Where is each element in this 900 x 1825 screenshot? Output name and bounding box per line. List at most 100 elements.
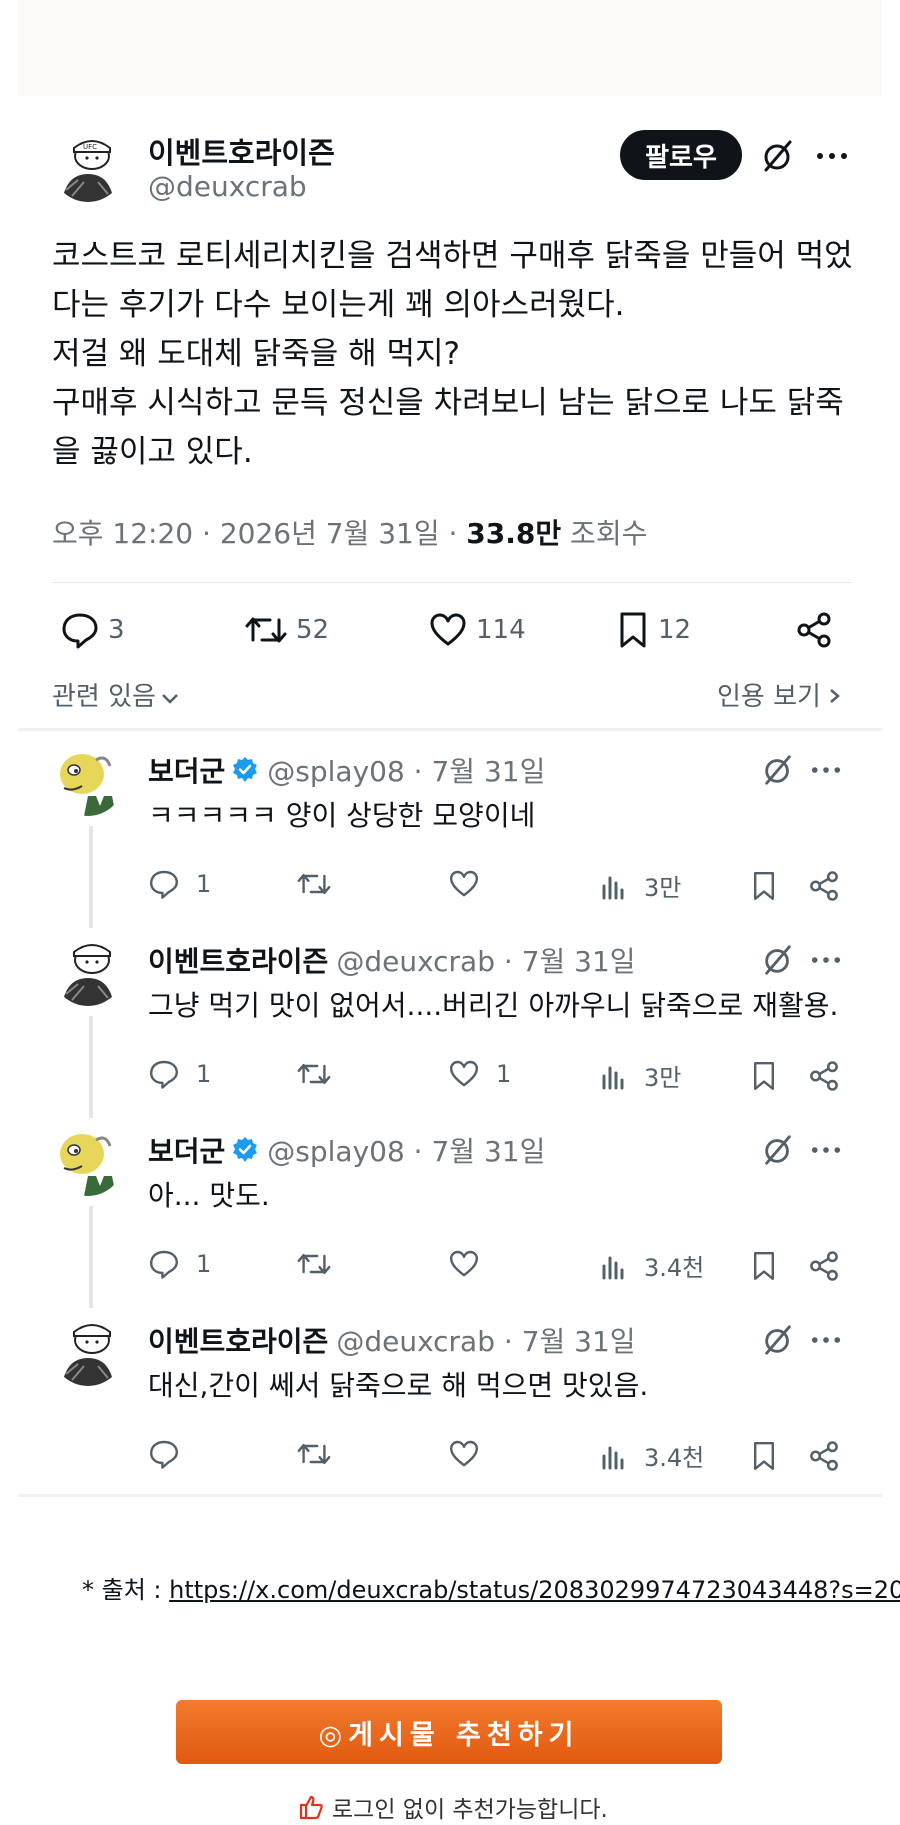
share-icon[interactable] [806,1438,842,1474]
reply-author-name[interactable]: 보더군 [148,1130,225,1170]
retweet-button[interactable] [296,1438,348,1470]
share-icon[interactable] [806,1058,842,1094]
retweet-button[interactable]: 52 [244,610,329,650]
tweet-body-line: 코스트코 로티세리치킨을 검색하면 구매후 닭죽을 만들어 먹었 [52,238,853,274]
bookmark-icon[interactable] [746,1058,782,1094]
reply-avatar[interactable] [52,934,124,1006]
retweet-icon [296,1248,340,1280]
tweet-body: 코스트코 로티세리치킨을 검색하면 구매후 닭죽을 만들어 먹었 다는 후기가 … [52,232,862,477]
share-icon[interactable] [794,610,834,650]
reply-text: ㅋㅋㅋㅋㅋ 양이 상당한 모양이네 [148,799,536,832]
share-icon[interactable] [806,868,842,904]
reply-icon [148,868,188,900]
reply-text: 대신,간이 쎄서 닭죽으로 해 먹으면 맛있음. [148,1369,649,1402]
reply-button[interactable]: 3 [60,610,125,650]
more-icon[interactable] [810,134,854,178]
views-button[interactable]: 3.4천 [600,1248,704,1283]
tweet-body-line: 구매후 시식하고 문득 정신을 차려보니 남는 닭으로 나도 닭죽 [52,385,844,421]
grok-icon[interactable] [758,940,798,980]
author-avatar[interactable]: UFC [52,130,124,202]
like-count: 1 [496,1060,512,1088]
more-icon[interactable] [806,750,846,790]
like-button[interactable]: 1 [448,1058,511,1090]
grok-icon[interactable] [758,1320,798,1360]
reply-count: 1 [196,870,212,898]
like-count: 114 [476,615,526,645]
like-icon [448,1438,488,1470]
verified-badge-icon [231,1136,259,1164]
like-button[interactable] [448,1438,496,1470]
bookmark-icon[interactable] [746,1248,782,1284]
views-button[interactable]: 3만 [600,1058,681,1093]
views-button[interactable]: 3.4천 [600,1438,704,1473]
more-icon[interactable] [806,1130,846,1170]
login-note-text: 로그인 없이 추천가능합니다. [332,1797,608,1823]
views-label: 조회수 [561,517,648,550]
reply-avatar[interactable] [52,1314,124,1386]
like-button[interactable] [448,1248,496,1280]
grok-icon[interactable] [758,1130,798,1170]
reply-button[interactable]: 1 [148,1058,211,1090]
reply-button[interactable]: 1 [148,1248,211,1280]
quote-view-link[interactable]: 인용 보기 [717,676,843,713]
retweet-icon [245,617,287,643]
reply-author-name[interactable]: 보더군 [148,750,225,790]
reply-count: 3 [108,615,125,645]
top-banner [18,0,882,96]
bookmark-icon [620,612,646,648]
bookmark-button[interactable]: 12 [616,610,691,650]
retweet-icon [296,1438,340,1470]
heart-icon [430,613,466,646]
chevron-right-icon [830,689,840,703]
author-handle[interactable]: @deuxcrab [148,170,307,203]
bookmark-count: 12 [658,615,692,645]
svg-text:UFC: UFC [83,143,97,151]
reply-count: 1 [196,1060,212,1088]
reply-button[interactable] [148,1438,196,1470]
views-count: 33.8만 [466,517,562,550]
reply-avatar[interactable] [52,1124,124,1196]
reply-text: 그냥 먹기 맛이 없어서....버리긴 아까우니 닭죽으로 재활용. [148,989,839,1022]
source-line: * 출처 : https://x.com/deuxcrab/status/208… [82,1570,900,1605]
recommend-button[interactable]: ◎게시물 추천하기 [176,1700,722,1764]
views-icon [600,1252,636,1280]
like-button[interactable]: 114 [428,610,526,650]
tweet-body-line: 저걸 왜 도대체 닭죽을 해 먹지? [52,336,460,372]
grok-icon[interactable] [756,134,800,178]
reply-author-handle[interactable]: @deuxcrab · 7월 31일 [336,940,635,980]
more-icon[interactable] [806,940,846,980]
reply-avatar[interactable] [52,744,124,816]
share-icon[interactable] [806,1248,842,1284]
reply-author-name[interactable]: 이벤트호라이즌 [148,940,328,980]
reply-author-handle[interactable]: @deuxcrab · 7월 31일 [336,1320,635,1360]
tweet-body-line: 을 끓이고 있다. [52,434,253,470]
retweet-button[interactable] [296,868,348,900]
retweet-button[interactable] [296,1058,348,1090]
grok-icon[interactable] [758,750,798,790]
retweet-count: 52 [296,615,330,645]
thread-line [89,1206,93,1308]
bookmark-icon[interactable] [746,1438,782,1474]
reply-author-handle[interactable]: @splay08 · 7월 31일 [267,750,545,790]
views-icon [600,1442,636,1470]
related-label: 관련 있음 [52,682,156,712]
section-separator [18,728,882,731]
reply-button[interactable]: 1 [148,868,211,900]
follow-button[interactable]: 팔로우 [620,130,742,180]
author-name[interactable]: 이벤트호라이즌 [148,130,335,172]
thumbs-up-icon [299,1795,323,1820]
views-button[interactable]: 3만 [600,868,681,903]
tweet-time[interactable]: 오후 12:20 · 2026년 7월 31일 · [52,517,466,550]
source-link[interactable]: https://x.com/deuxcrab/status/2083029974… [169,1576,900,1604]
reply-author-name[interactable]: 이벤트호라이즌 [148,1320,328,1360]
more-icon[interactable] [806,1320,846,1360]
reply-icon [148,1058,188,1090]
retweet-button[interactable] [296,1248,348,1280]
bookmark-icon[interactable] [746,868,782,904]
thread-line [89,826,93,928]
like-button[interactable] [448,868,496,900]
reply-icon [148,1248,188,1280]
related-toggle[interactable]: 관련 있음 [52,676,180,713]
reply-author-handle[interactable]: @splay08 · 7월 31일 [267,1130,545,1170]
like-icon [448,868,488,900]
